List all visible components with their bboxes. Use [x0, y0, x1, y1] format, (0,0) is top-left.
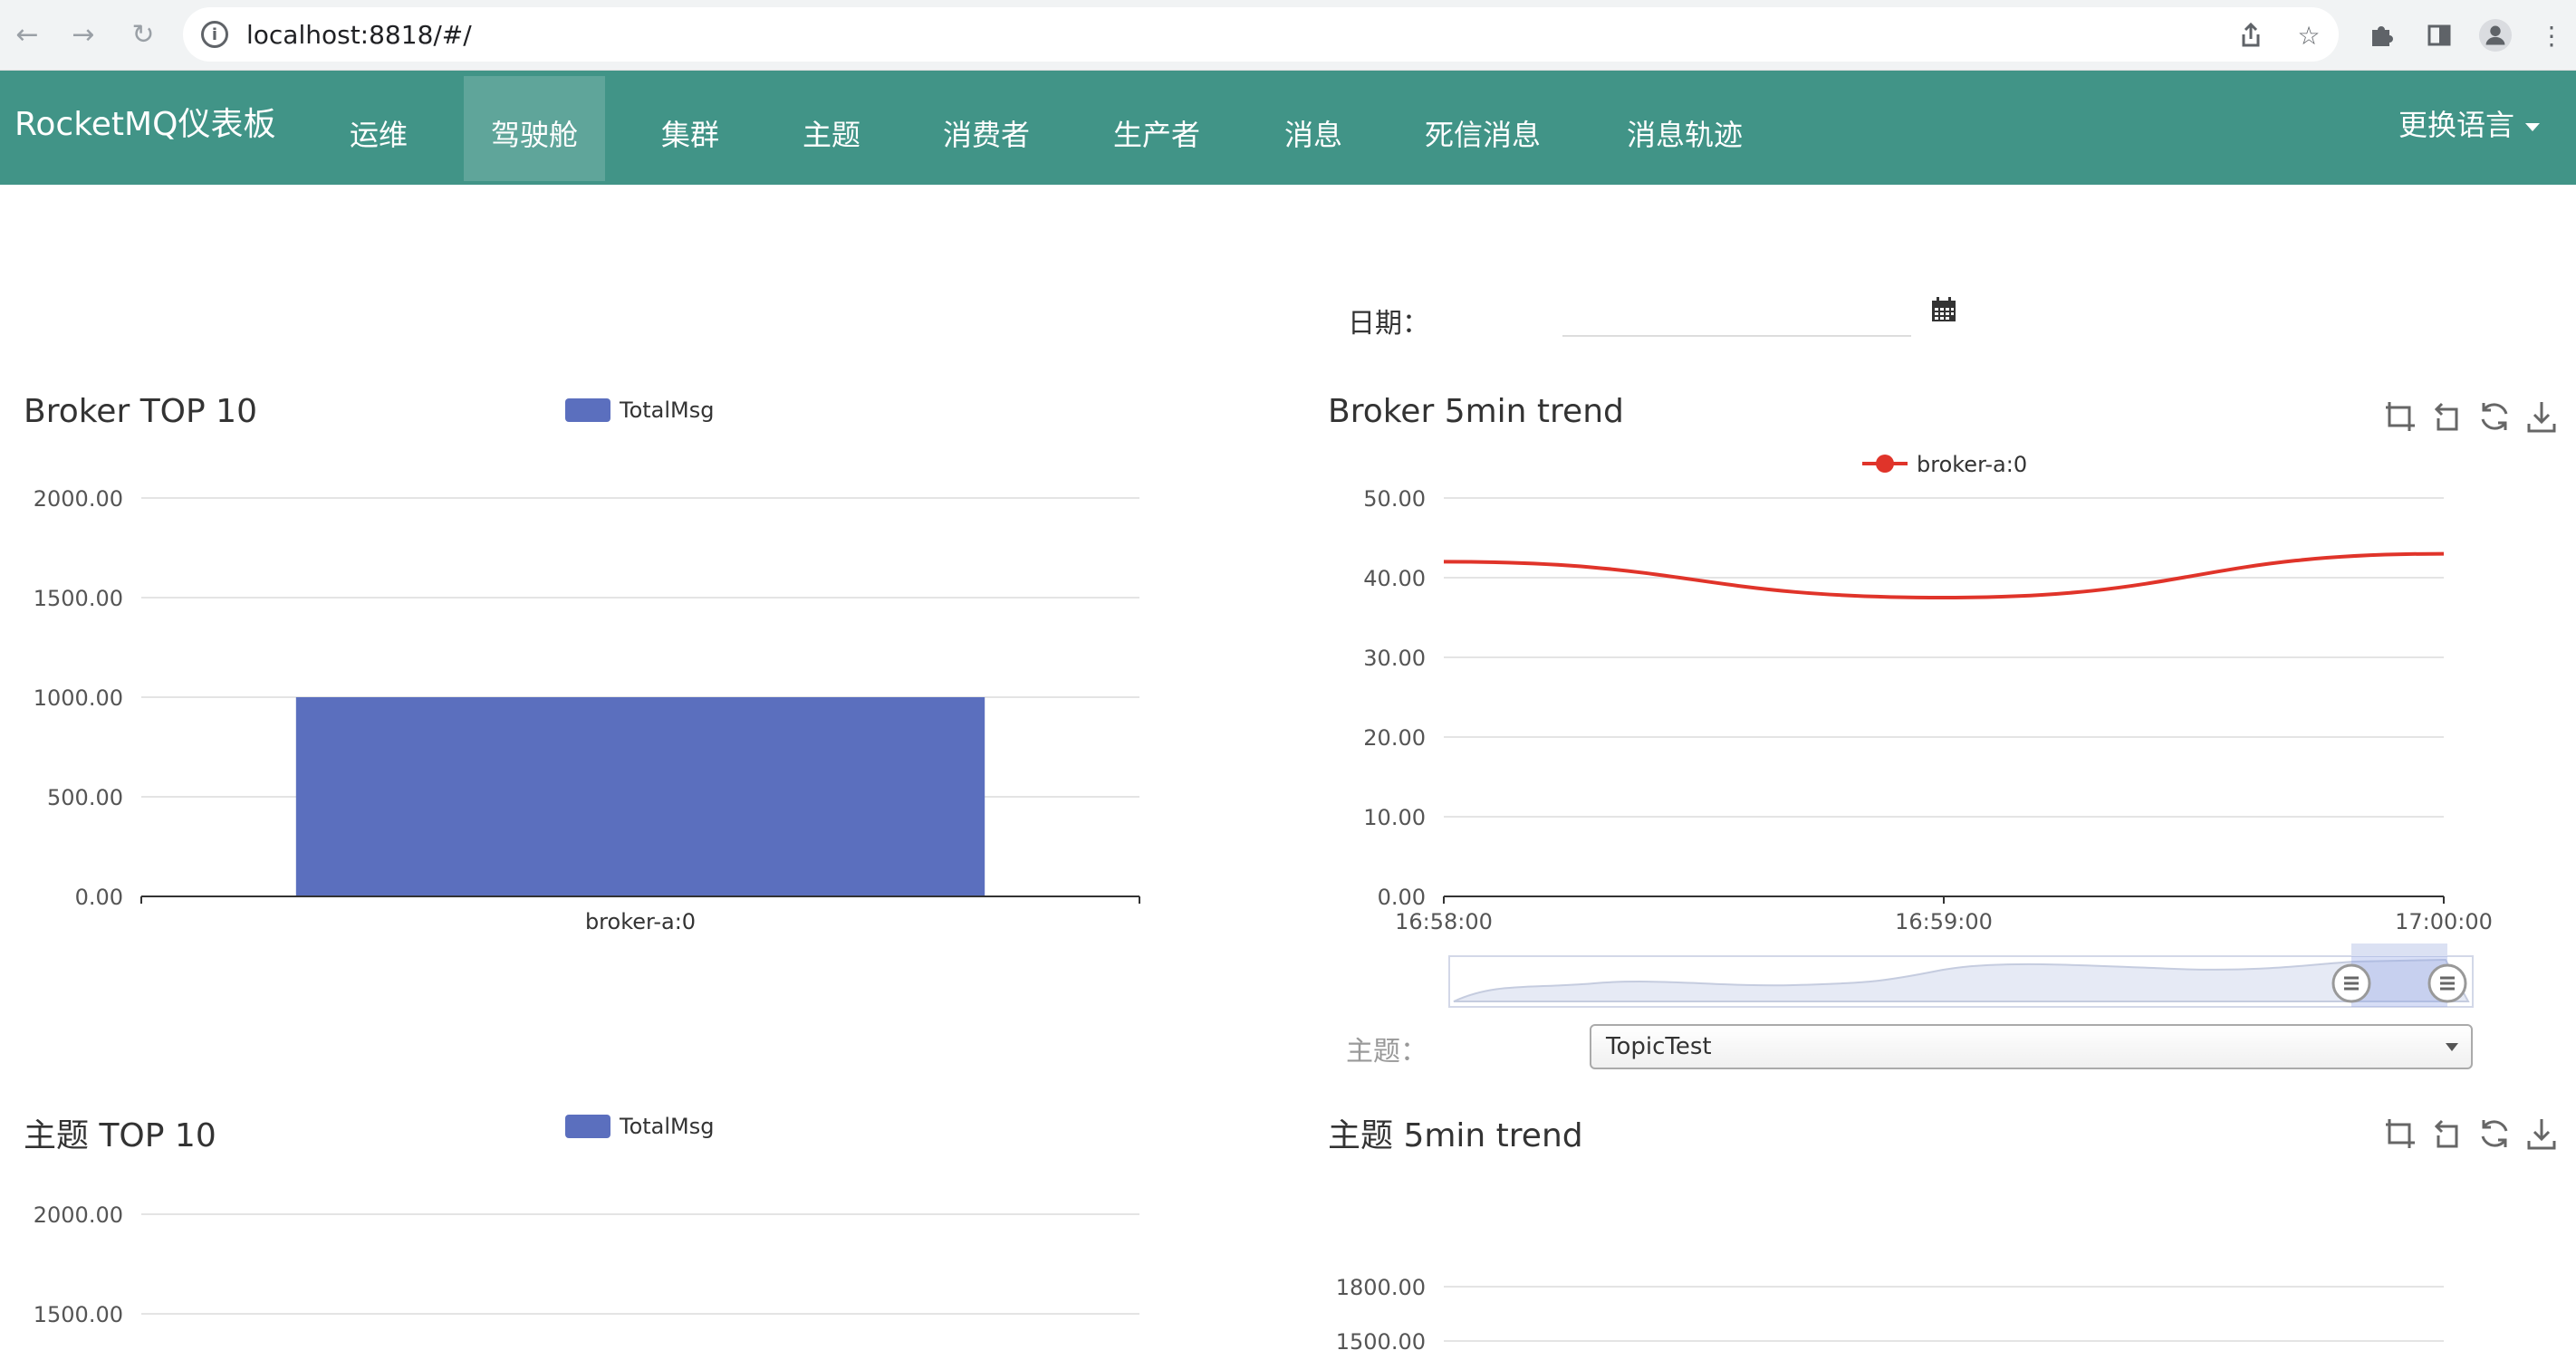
caret-down-icon [2446, 1043, 2458, 1051]
topic-label: 主题： [1346, 1036, 1427, 1068]
broker-top-legend-label: TotalMsg [619, 397, 715, 423]
broker-trend-xtick-label: 16:59:00 [1895, 909, 1993, 934]
broker-trend-chart: broker-a:0 0.00 10.00 20.00 30.00 40.00 50.00 1… [1363, 452, 2493, 934]
broker-trend-ytick-label: 10.00 [1363, 805, 1426, 830]
topic-select-value: TopicTest [1606, 1033, 1712, 1060]
broker-top-legend-swatch [565, 398, 610, 422]
topic-trend-ytick-label: 1800.00 [1336, 1275, 1426, 1300]
broker-trend-ytick-label: 30.00 [1363, 646, 1426, 671]
charts-canvas: TotalMsg 0.00 500.00 1000.00 1500.00 2000.00 b… [34, 397, 2493, 1355]
topic-select[interactable]: TopicTest [1590, 1024, 2473, 1069]
datazoom-shadow [1453, 958, 2470, 1002]
topic-top-ytick-label: 2000.00 [34, 1202, 123, 1228]
broker-top-ytick-label: 1000.00 [34, 685, 123, 711]
topic-top-ytick-label: 1500.00 [34, 1302, 123, 1327]
topic-top-chart: TotalMsg 1500.00 2000.00 [34, 1114, 1139, 1327]
broker-top-ytick-label: 2000.00 [34, 486, 123, 512]
broker-top-ytick-label: 1500.00 [34, 586, 123, 611]
topic-trend-chart: 1500.00 1800.00 [1336, 1275, 2444, 1355]
broker-trend-ytick-label: 50.00 [1363, 486, 1426, 512]
broker-top-ytick-label: 500.00 [47, 785, 123, 810]
broker-trend-xtick-label: 17:00:00 [2395, 909, 2493, 934]
broker-trend-ytick-label: 20.00 [1363, 725, 1426, 751]
broker-top-xtick-label: broker-a:0 [585, 909, 696, 934]
broker-trend-ytick-label: 40.00 [1363, 566, 1426, 591]
broker-top-ytick-label: 0.00 [75, 885, 123, 910]
topic-trend-ytick-label: 1500.00 [1336, 1329, 1426, 1355]
broker-top-chart: TotalMsg 0.00 500.00 1000.00 1500.00 2000.00 b… [34, 397, 1140, 934]
topic-top-legend-label: TotalMsg [619, 1114, 715, 1139]
broker-trend-legend-label: broker-a:0 [1917, 452, 2027, 477]
broker-trend-xtick-label: 16:58:00 [1395, 909, 1493, 934]
datazoom-top-bar [2351, 943, 2447, 956]
broker-top-bar [295, 697, 985, 896]
broker-trend-legend-marker [1876, 455, 1894, 473]
datazoom-slider [1448, 943, 2474, 1008]
broker-trend-ytick-label: 0.00 [1378, 885, 1426, 910]
broker-trend-series-line [1443, 551, 2445, 600]
topic-top-legend-swatch [565, 1115, 610, 1138]
